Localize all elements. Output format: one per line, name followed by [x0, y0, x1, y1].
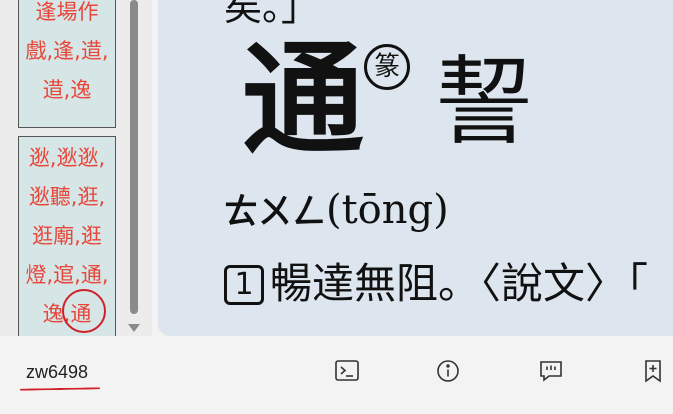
index-line-last: 逸,通 — [19, 289, 115, 334]
bookmark-add-button[interactable] — [638, 356, 668, 386]
entry-content: 矣。」 通 篆 䛚 ㄊㄨㄥ(tōng) 1 暢達無阻。〈說文〉「 — [158, 0, 673, 336]
feedback-button[interactable] — [536, 356, 566, 386]
index-word-current[interactable]: 通 — [62, 289, 107, 334]
terminal-icon — [335, 360, 359, 381]
index-line[interactable]: 燈,逭,通, — [19, 256, 115, 295]
head-character: 通 — [242, 27, 364, 171]
info-icon — [437, 360, 459, 382]
bookmark-add-icon — [645, 360, 661, 383]
entry-code: zw6498 — [26, 362, 89, 382]
index-line[interactable]: 逖聽,逛, — [19, 178, 115, 217]
feedback-icon — [540, 361, 562, 382]
pronunciation: ㄊㄨㄥ(tōng) — [224, 184, 449, 233]
info-button[interactable] — [433, 356, 463, 386]
seal-script-badge: 篆 — [364, 44, 410, 90]
definition-line: 1 暢達無阻。〈說文〉「 — [224, 250, 648, 311]
bottom-toolbar: zw6498 — [0, 336, 673, 414]
index-line[interactable]: 戲,逢,逪, — [19, 32, 115, 71]
seal-script-character: 䛚 — [436, 46, 532, 158]
index-line[interactable]: 逛廟,逛 — [19, 217, 115, 256]
sidebar-scrollbar[interactable] — [126, 0, 140, 336]
definition-number-badge: 1 — [224, 265, 264, 305]
bopomofo-reading: ㄊㄨㄥ — [224, 192, 326, 232]
sidebar-index: 逢場作 戲,逢,逪, 逪,逸 逖,逖逖, 逖聽,逛, 逛廟,逛 燈,逭,通, 逸… — [0, 0, 152, 336]
pinyin-reading: (tōng) — [326, 187, 449, 233]
index-cell-group-1: 逢場作 戲,逢,逪, 逪,逸 — [18, 0, 116, 128]
definition-text: 暢達無阻。〈說文〉「 — [270, 259, 649, 308]
index-line[interactable]: 逢場作 — [19, 0, 115, 32]
scroll-down-arrow-icon[interactable] — [128, 324, 140, 332]
index-line[interactable]: 逪,逸 — [19, 71, 115, 110]
scrollbar-thumb[interactable] — [130, 0, 138, 314]
index-line[interactable]: 逖,逖逖, — [19, 139, 115, 178]
terminal-button[interactable] — [332, 356, 362, 386]
index-cell-group-2: 逖,逖逖, 逖聽,逛, 逛廟,逛 燈,逭,通, 逸,通 — [18, 136, 116, 336]
code-underline-annotation — [19, 387, 101, 391]
